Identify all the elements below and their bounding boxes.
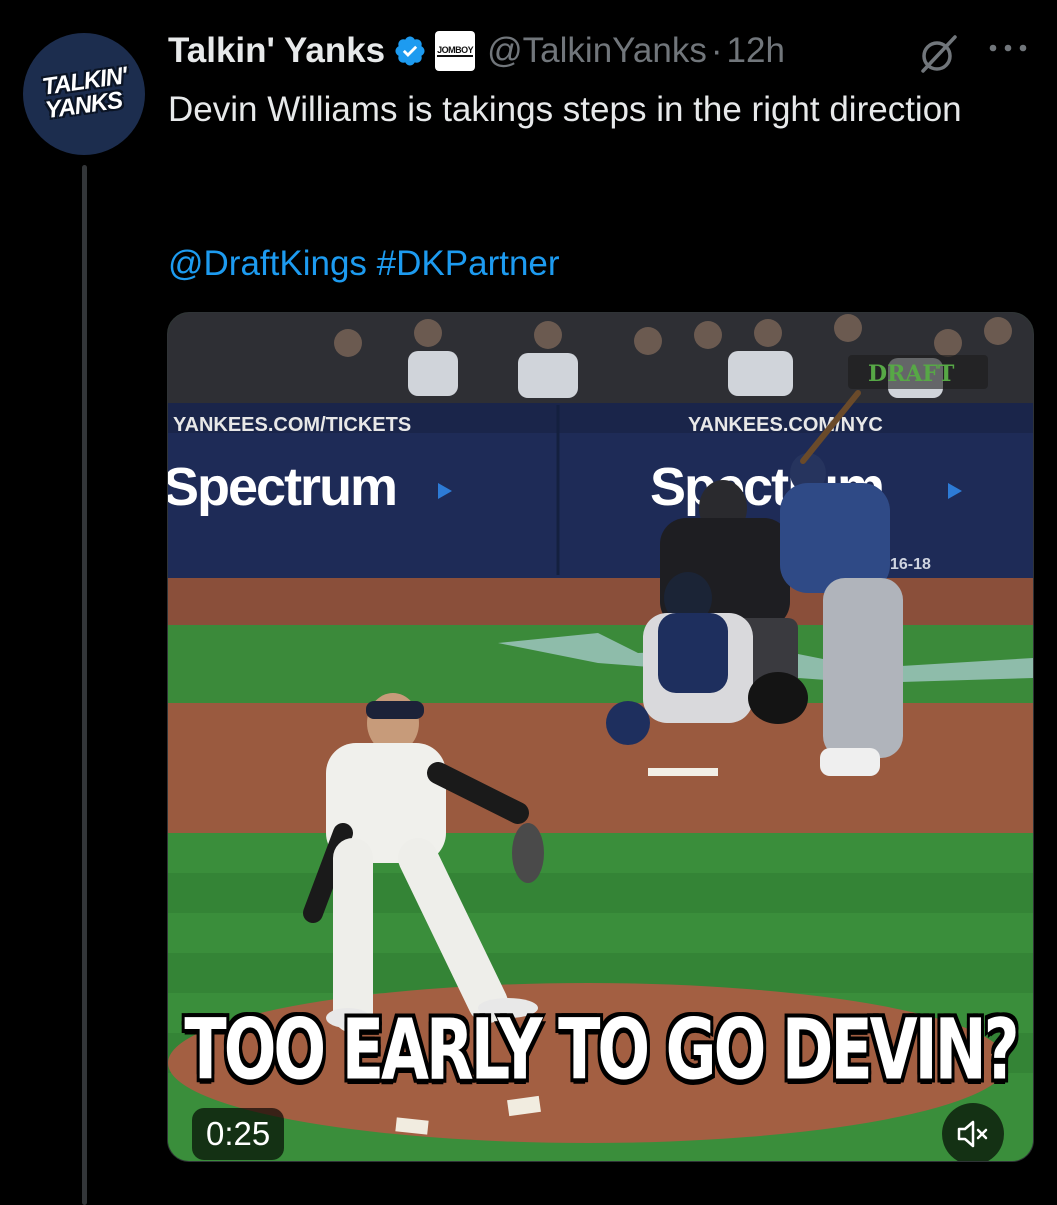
banner-url-left: YANKEES.COM/TICKETS — [173, 414, 411, 436]
display-name[interactable]: Talkin' Yanks — [168, 31, 385, 71]
tweet-links: @DraftKings #DKPartner — [168, 238, 560, 290]
avatar[interactable]: TALKIN' YANKS — [23, 33, 145, 155]
more-icon[interactable] — [985, 38, 1031, 58]
tweet-header: Talkin' Yanks JOMBOY @TalkinYanks · 12h — [168, 28, 785, 74]
hashtag-link[interactable]: #DKPartner — [377, 244, 560, 283]
affiliate-badge-label: JOMBOY — [437, 45, 474, 57]
mute-button[interactable] — [942, 1103, 1004, 1161]
banner-brand-left: Spectrum — [168, 457, 396, 517]
video-duration: 0:25 — [192, 1108, 285, 1160]
separator-dot: · — [710, 31, 723, 70]
user-handle[interactable]: @TalkinYanks — [487, 31, 707, 71]
verified-badge-icon[interactable] — [393, 34, 427, 68]
volume-muted-icon — [957, 1120, 988, 1148]
video-caption: TOO EARLY TO GO DEVIN? — [184, 1000, 1019, 1099]
grok-icon[interactable] — [915, 31, 961, 77]
timestamp[interactable]: 12h — [727, 31, 785, 71]
video-player[interactable]: DRAFT YANKEES.COM/TICKETS YANKEES.COM/NY… — [167, 312, 1034, 1162]
banner-date: 16-18 — [890, 556, 931, 573]
sponsor-logo-text: DRAFT — [868, 361, 955, 387]
thread-line — [82, 165, 87, 1205]
banner-url-right: YANKEES.COM/NYC — [688, 414, 883, 436]
mention-link[interactable]: @DraftKings — [168, 244, 367, 283]
affiliate-badge[interactable]: JOMBOY — [435, 31, 476, 71]
tweet-text: Devin Williams is takings steps in the r… — [168, 90, 962, 129]
